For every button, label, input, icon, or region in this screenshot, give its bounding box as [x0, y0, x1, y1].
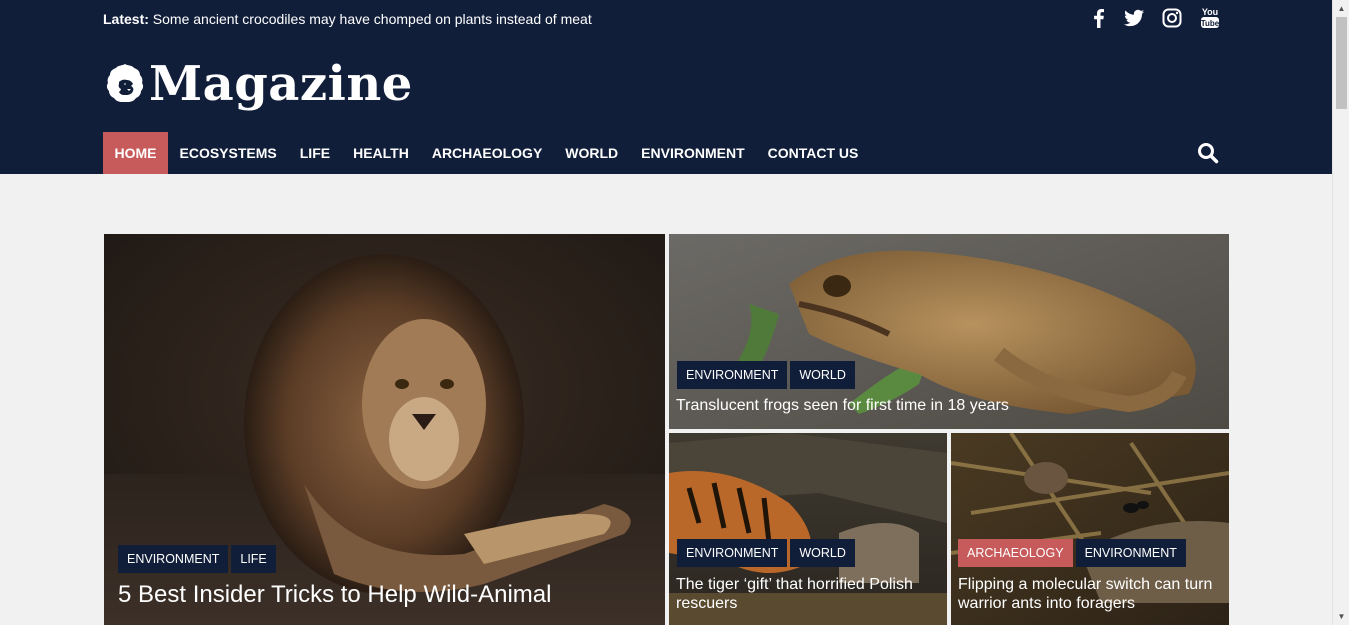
- site-logo[interactable]: Magazine: [103, 58, 413, 110]
- post-tags: ENVIRONMENT WORLD: [677, 539, 855, 567]
- scroll-up-arrow-icon[interactable]: ▲: [1333, 0, 1349, 17]
- youtube-icon[interactable]: You Tube: [1199, 6, 1221, 30]
- post-title[interactable]: Flipping a molecular switch can turn war…: [958, 575, 1220, 613]
- search-icon[interactable]: [1196, 141, 1220, 165]
- logo-text: Magazine: [149, 56, 413, 112]
- post-tags: ARCHAEOLOGY ENVIRONMENT: [958, 539, 1186, 567]
- tag-world[interactable]: WORLD: [790, 361, 855, 389]
- latest-ticker[interactable]: Latest: Some ancient crocodiles may have…: [103, 10, 592, 28]
- featured-post-frog[interactable]: ENVIRONMENT WORLD Translucent frogs seen…: [669, 234, 1229, 429]
- tag-world[interactable]: WORLD: [790, 539, 855, 567]
- nav-item-life[interactable]: LIFE: [288, 132, 341, 174]
- main-nav: HOME ECOSYSTEMS LIFE HEALTH ARCHAEOLOGY …: [103, 132, 870, 174]
- post-title[interactable]: 5 Best Insider Tricks to Help Wild-Anima…: [118, 581, 658, 609]
- nav-item-world[interactable]: WORLD: [554, 132, 630, 174]
- tag-environment[interactable]: ENVIRONMENT: [677, 539, 788, 567]
- nav-item-home[interactable]: HOME: [103, 132, 168, 174]
- latest-headline[interactable]: Some ancient crocodiles may have chomped…: [153, 11, 592, 27]
- featured-post-tiger[interactable]: ENVIRONMENT WORLD The tiger ‘gift’ that …: [669, 433, 947, 625]
- facebook-icon[interactable]: [1088, 7, 1110, 29]
- instagram-icon[interactable]: [1161, 7, 1183, 29]
- nav-item-ecosystems[interactable]: ECOSYSTEMS: [168, 132, 288, 174]
- site-header: Latest: Some ancient crocodiles may have…: [0, 0, 1332, 174]
- nav-item-health[interactable]: HEALTH: [342, 132, 421, 174]
- featured-post-large[interactable]: ENVIRONMENT LIFE 5 Best Insider Tricks t…: [104, 234, 665, 625]
- lion-logo-icon: [106, 64, 144, 102]
- featured-post-ants[interactable]: ARCHAEOLOGY ENVIRONMENT Flipping a molec…: [951, 433, 1229, 625]
- twitter-icon[interactable]: [1123, 7, 1145, 29]
- svg-text:You: You: [1202, 7, 1218, 17]
- scroll-down-arrow-icon[interactable]: ▼: [1333, 608, 1349, 625]
- post-tags: ENVIRONMENT WORLD: [677, 361, 855, 389]
- post-tags: ENVIRONMENT LIFE: [118, 545, 276, 573]
- nav-item-environment[interactable]: ENVIRONMENT: [630, 132, 756, 174]
- post-title[interactable]: Translucent frogs seen for first time in…: [676, 396, 1216, 415]
- tag-archaeology[interactable]: ARCHAEOLOGY: [958, 539, 1073, 567]
- tag-life[interactable]: LIFE: [231, 545, 276, 573]
- nav-item-contact-us[interactable]: CONTACT US: [756, 132, 870, 174]
- tag-environment[interactable]: ENVIRONMENT: [677, 361, 788, 389]
- post-title[interactable]: The tiger ‘gift’ that horrified Polish r…: [676, 575, 938, 613]
- scroll-thumb[interactable]: [1336, 17, 1347, 109]
- tag-environment[interactable]: ENVIRONMENT: [1075, 539, 1186, 567]
- svg-text:Tube: Tube: [1201, 19, 1220, 28]
- nav-item-archaeology[interactable]: ARCHAEOLOGY: [420, 132, 553, 174]
- page-scrollbar[interactable]: ▲ ▼: [1332, 0, 1349, 625]
- tag-environment[interactable]: ENVIRONMENT: [118, 545, 229, 573]
- latest-label: Latest:: [103, 11, 149, 27]
